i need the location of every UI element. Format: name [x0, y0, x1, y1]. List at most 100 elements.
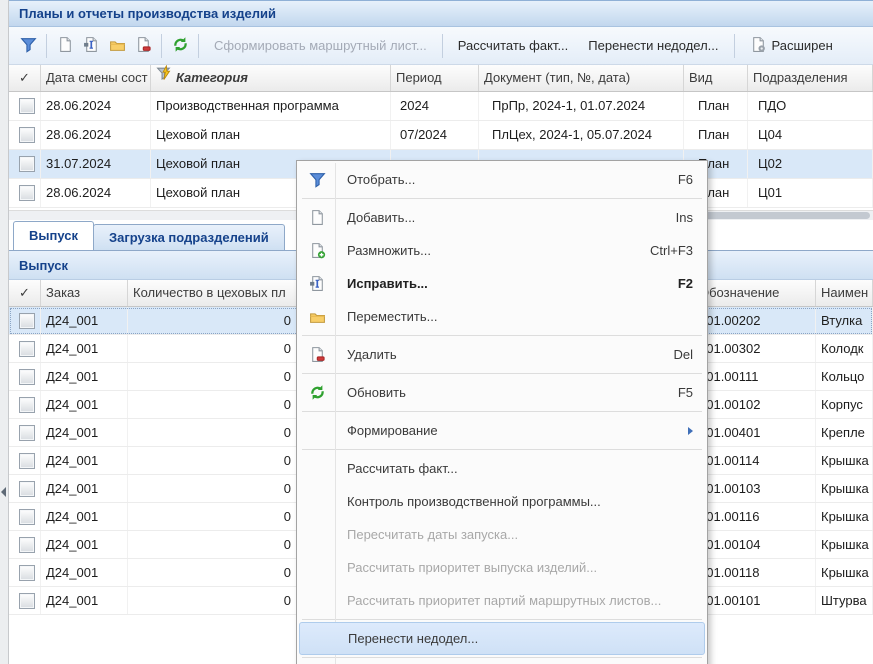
cell-order: Д24_001 — [41, 391, 128, 418]
calc-fact-button[interactable]: Рассчитать факт... — [448, 33, 579, 59]
checkbox-cell — [9, 391, 41, 418]
row-checkbox[interactable] — [19, 593, 35, 609]
menu-item-calc-fact[interactable]: Рассчитать факт... — [299, 452, 705, 485]
menu-separator — [302, 449, 702, 450]
add-document-button[interactable] — [52, 33, 78, 59]
menu-item-priority-route-batches: Рассчитать приоритет партий маршрутных л… — [299, 584, 705, 617]
column-header-name[interactable]: Наимен — [816, 280, 873, 306]
row-checkbox[interactable] — [19, 537, 35, 553]
menu-item-move[interactable]: Переместить... — [299, 300, 705, 333]
menu-item-add[interactable]: Добавить...Ins — [299, 201, 705, 234]
row-checkbox[interactable] — [19, 341, 35, 357]
checkbox-cell — [9, 150, 41, 178]
refresh-icon — [172, 36, 189, 56]
menu-item-delete[interactable]: УдалитьDel — [299, 338, 705, 371]
advanced-button[interactable]: Расширен — [740, 33, 843, 59]
splitter-collapse-left-icon[interactable] — [1, 487, 6, 497]
menu-item-refresh[interactable]: ОбновитьF5 — [299, 376, 705, 409]
row-checkbox[interactable] — [19, 313, 35, 329]
collapsed-side-panel-splitter[interactable] — [0, 0, 9, 664]
toolbar-separator — [46, 34, 47, 58]
menu-item-formation[interactable]: Формирование — [299, 414, 705, 447]
menu-item-shortcut: Ctrl+F3 — [650, 243, 693, 258]
cell-quantity: 0 — [128, 335, 299, 362]
cell-designation: 001.00202 — [694, 307, 816, 334]
menu-item-shortcut: F2 — [678, 276, 693, 291]
column-header-quantity[interactable]: Количество в цеховых пл — [128, 280, 299, 306]
cell-period: 07/2024 — [391, 121, 479, 149]
cell-quantity: 0 — [128, 363, 299, 390]
cell-name: Крышка — [816, 447, 873, 474]
move-folder-icon — [307, 307, 327, 327]
cell-order: Д24_001 — [41, 559, 128, 586]
row-checkbox[interactable] — [19, 565, 35, 581]
checkbox-cell — [9, 559, 41, 586]
check-column-header[interactable]: ✓ — [9, 65, 41, 91]
cell-designation: 001.00103 — [694, 475, 816, 502]
checkbox-cell — [9, 475, 41, 502]
table-row[interactable]: 28.06.2024Производственная программа2024… — [9, 92, 873, 121]
menu-item-label: Перенести недодел... — [348, 631, 692, 646]
menu-item-move-shortfall[interactable]: Перенести недодел... — [299, 622, 705, 655]
row-checkbox[interactable] — [19, 453, 35, 469]
column-header-period[interactable]: Период — [391, 65, 479, 91]
move-folder-icon — [109, 36, 126, 56]
menu-item-label: Отобрать... — [347, 172, 666, 187]
checkbox-cell — [9, 503, 41, 530]
cell-quantity: 0 — [128, 391, 299, 418]
cell-designation: 001.00111 — [694, 363, 816, 390]
menu-item-label: Рассчитать приоритет партий маршрутных л… — [347, 593, 693, 608]
menu-item-filter[interactable]: Отобрать...F6 — [299, 163, 705, 196]
row-checkbox[interactable] — [19, 127, 35, 143]
checkbox-cell — [9, 587, 41, 614]
checkbox-cell — [9, 121, 41, 149]
checkbox-cell — [9, 307, 41, 334]
move-folder-button[interactable] — [104, 33, 130, 59]
column-header-category[interactable]: Категория — [151, 65, 391, 91]
edit-document-button[interactable] — [78, 33, 104, 59]
row-checkbox[interactable] — [19, 185, 35, 201]
cell-designation: 001.00302 — [694, 335, 816, 362]
column-header-kind[interactable]: Вид — [684, 65, 748, 91]
menu-separator — [302, 198, 702, 199]
column-header-departments[interactable]: Подразделения — [748, 65, 873, 91]
cell-designation: 001.00116 — [694, 503, 816, 530]
category-filter-icon — [156, 65, 173, 91]
cell-name: Крышка — [816, 475, 873, 502]
menu-item-duplicate[interactable]: Размножить...Ctrl+F3 — [299, 234, 705, 267]
cell-name: Крышка — [816, 503, 873, 530]
column-header-document[interactable]: Документ (тип, №, дата) — [479, 65, 684, 91]
menu-item-shortcut: Del — [673, 347, 693, 362]
menu-item-label: Пересчитать даты запуска... — [347, 527, 693, 542]
move-shortfall-button[interactable]: Перенести недодел... — [578, 33, 728, 59]
check-column-header[interactable]: ✓ — [9, 280, 41, 306]
cell-order: Д24_001 — [41, 587, 128, 614]
filter-button[interactable] — [15, 33, 41, 59]
cell-category: Цеховой план — [151, 121, 391, 149]
column-header-date[interactable]: Дата смены сост — [41, 65, 151, 91]
cell-quantity: 0 — [128, 419, 299, 446]
cell-document: ПлЦех, 2024-1, 05.07.2024 — [479, 121, 684, 149]
cell-quantity: 0 — [128, 503, 299, 530]
menu-item-control-program[interactable]: Контроль производственной программы... — [299, 485, 705, 518]
cell-period: 2024 — [391, 92, 479, 120]
menu-item-edit[interactable]: Исправить...F2 — [299, 267, 705, 300]
refresh-button[interactable] — [167, 33, 193, 59]
column-header-designation[interactable]: Обозначение — [694, 280, 816, 306]
column-header-order[interactable]: Заказ — [41, 280, 128, 306]
row-checkbox[interactable] — [19, 481, 35, 497]
row-checkbox[interactable] — [19, 98, 35, 114]
row-checkbox[interactable] — [19, 369, 35, 385]
table-row[interactable]: 28.06.2024Цеховой план07/2024ПлЦех, 2024… — [9, 121, 873, 150]
row-checkbox[interactable] — [19, 509, 35, 525]
row-checkbox[interactable] — [19, 425, 35, 441]
checkbox-cell — [9, 363, 41, 390]
window-titlebar: Планы и отчеты производства изделий — [9, 0, 873, 27]
toolbar-button-label: Сформировать маршрутный лист... — [214, 38, 427, 53]
row-checkbox[interactable] — [19, 156, 35, 172]
tab-vypusk[interactable]: Выпуск — [13, 221, 94, 250]
row-checkbox[interactable] — [19, 397, 35, 413]
cell-quantity: 0 — [128, 475, 299, 502]
tab-zagruzka-podrazdelenij[interactable]: Загрузка подразделений — [93, 224, 285, 250]
delete-document-button[interactable] — [130, 33, 156, 59]
